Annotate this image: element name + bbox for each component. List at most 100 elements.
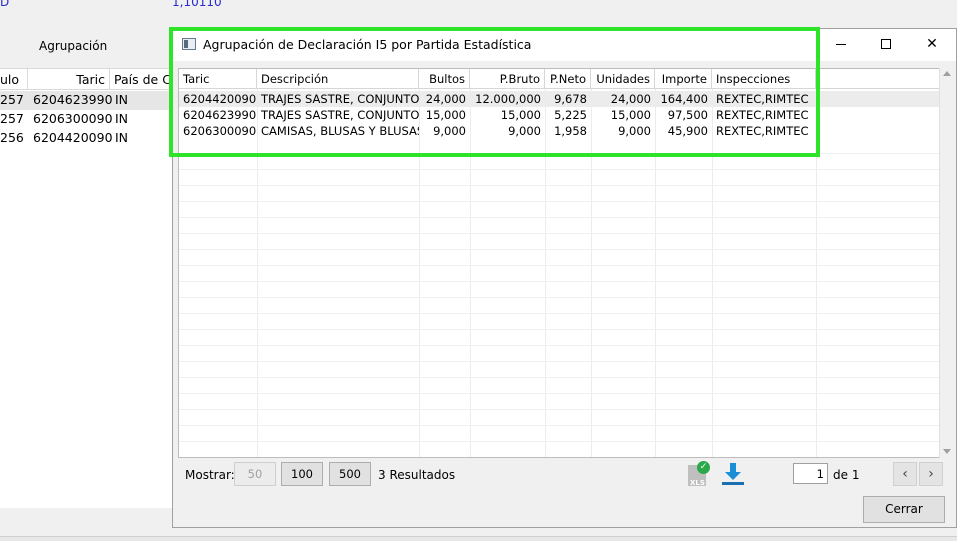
chevron-left-icon: ‹ (902, 466, 908, 482)
grid-hline (179, 329, 939, 330)
cell-bultos: 9,000 (433, 124, 466, 138)
cell-taric: 6204420090 (183, 92, 257, 106)
grid-hline (179, 153, 939, 154)
maximize-button[interactable] (863, 29, 909, 59)
export-xls-icon[interactable]: XLS ✓ (688, 461, 710, 487)
check-icon: ✓ (697, 461, 710, 474)
background-table-row[interactable]: 257 6204623990 IN (0, 91, 172, 110)
cell-importe: 164,400 (660, 92, 708, 106)
table-row[interactable]: 6204623990 TRAJES SASTRE, CONJUNTOS, 15,… (179, 107, 939, 123)
grid-line (470, 89, 471, 457)
chevron-right-icon: › (928, 466, 934, 482)
cell-importe: 45,900 (667, 124, 708, 138)
prev-page-button[interactable]: ‹ (893, 462, 917, 486)
download-arrow-head (725, 472, 741, 480)
grid-hline (179, 409, 939, 410)
grid-hline (179, 425, 939, 426)
cell-descripcion: TRAJES SASTRE, CONJUNTOS, (261, 108, 419, 122)
grid-line (419, 89, 420, 457)
agrupacion-tab[interactable]: Agrupación (39, 39, 107, 53)
background-table-row[interactable]: 257 6206300090 IN (0, 110, 172, 129)
results-count: 3 Resultados (378, 468, 456, 482)
dialog-titlebar[interactable]: Agrupación de Declaración I5 por Partida… (173, 29, 956, 61)
next-page-button[interactable]: › (919, 462, 943, 486)
cell-importe: 97,500 (667, 108, 708, 122)
scroll-up-icon[interactable] (943, 71, 951, 76)
dialog-title: Agrupación de Declaración I5 por Partida… (203, 37, 532, 52)
cell-pbruto: 12.000,000 (475, 92, 541, 106)
close-window-button[interactable]: ✕ (909, 29, 955, 59)
background-cell: IN (115, 92, 129, 107)
vertical-scrollbar[interactable] (939, 68, 954, 458)
download-icon[interactable] (720, 463, 746, 487)
page-size-100-button[interactable]: 100 (281, 462, 323, 486)
background-top-text: D (0, 0, 10, 9)
grid-hline (179, 377, 939, 378)
cell-inspecciones: REXTEC,RIMTEC (716, 108, 809, 122)
cell-taric: 6204623990 (183, 108, 257, 122)
col-header-descripcion[interactable]: Descripción (257, 69, 419, 89)
background-table: ulo Taric País de C 257 6204623990 IN 25… (0, 68, 172, 508)
background-cell: 257 (0, 111, 24, 126)
col-header-unidades[interactable]: Unidades (591, 69, 655, 89)
col-header-pneto[interactable]: P.Neto (545, 69, 591, 89)
window-app-icon (182, 38, 196, 50)
grid-line (712, 89, 713, 457)
cell-pbruto: 15,000 (500, 108, 541, 122)
background-cell: 6206300090 (33, 111, 113, 126)
page-size-500-button[interactable]: 500 (329, 462, 371, 486)
col-header-importe[interactable]: Importe (655, 69, 712, 89)
background-top-value: 1,10110 (172, 0, 222, 9)
cell-unidades: 15,000 (610, 108, 651, 122)
grid-hline (179, 233, 939, 234)
cell-taric: 6206300090 (183, 124, 257, 138)
background-top-strip (0, 0, 957, 12)
col-header-bultos[interactable]: Bultos (419, 69, 470, 89)
background-cell: 257 (0, 92, 24, 107)
cell-descripcion: TRAJES SASTRE, CONJUNTOS, (261, 92, 419, 106)
background-cell: 256 (0, 130, 24, 145)
close-icon: ✕ (926, 36, 938, 52)
grid-hline (179, 345, 939, 346)
grid-hline (179, 361, 939, 362)
agrupacion-dialog: Agrupación de Declaración I5 por Partida… (172, 28, 957, 528)
grid-hline (179, 265, 939, 266)
grid-hline (179, 201, 939, 202)
minimize-icon (836, 43, 846, 45)
cell-bultos: 24,000 (425, 92, 466, 106)
grid-hline (179, 297, 939, 298)
cerrar-button[interactable]: Cerrar (863, 496, 945, 523)
scroll-down-icon[interactable] (943, 449, 951, 454)
background-table-row[interactable]: 256 6204420090 IN (0, 129, 172, 148)
grid-header: Taric Descripción Bultos P.Bruto P.Neto … (179, 69, 939, 89)
cell-pneto: 5,225 (554, 108, 587, 122)
cell-pneto: 1,958 (554, 124, 587, 138)
col-header-pbruto[interactable]: P.Bruto (470, 69, 545, 89)
background-col-header[interactable]: ulo (0, 72, 19, 87)
page-number-input[interactable] (793, 463, 828, 484)
cell-unidades: 9,000 (618, 124, 651, 138)
background-col-header[interactable]: País de C (109, 69, 172, 90)
grid-hline (179, 249, 939, 250)
grid-hline (179, 169, 939, 170)
cell-pbruto: 9,000 (508, 124, 541, 138)
grid-line (545, 89, 546, 457)
table-row[interactable]: 6206300090 CAMISAS, BLUSAS Y BLUSAS 9,00… (179, 123, 939, 139)
minimize-button[interactable] (818, 29, 864, 59)
grid-hline (179, 313, 939, 314)
background-table-header: ulo Taric País de C (0, 69, 172, 90)
page-size-50-button[interactable]: 50 (234, 462, 276, 486)
grid-hline (179, 281, 939, 282)
table-row[interactable]: 6204420090 TRAJES SASTRE, CONJUNTOS, 24,… (179, 91, 939, 107)
grid-line (257, 89, 258, 457)
grid-line (591, 89, 592, 457)
col-header-inspecciones[interactable]: Inspecciones (712, 69, 816, 89)
cell-bultos: 15,000 (425, 108, 466, 122)
col-header-taric[interactable]: Taric (179, 69, 257, 89)
results-grid: Taric Descripción Bultos P.Bruto P.Neto … (178, 68, 940, 458)
cell-inspecciones: REXTEC,RIMTEC (716, 124, 809, 138)
download-tray (722, 482, 744, 485)
cell-descripcion: CAMISAS, BLUSAS Y BLUSAS (261, 124, 419, 138)
grid-hline (179, 217, 939, 218)
background-col-header[interactable]: Taric (27, 69, 109, 90)
